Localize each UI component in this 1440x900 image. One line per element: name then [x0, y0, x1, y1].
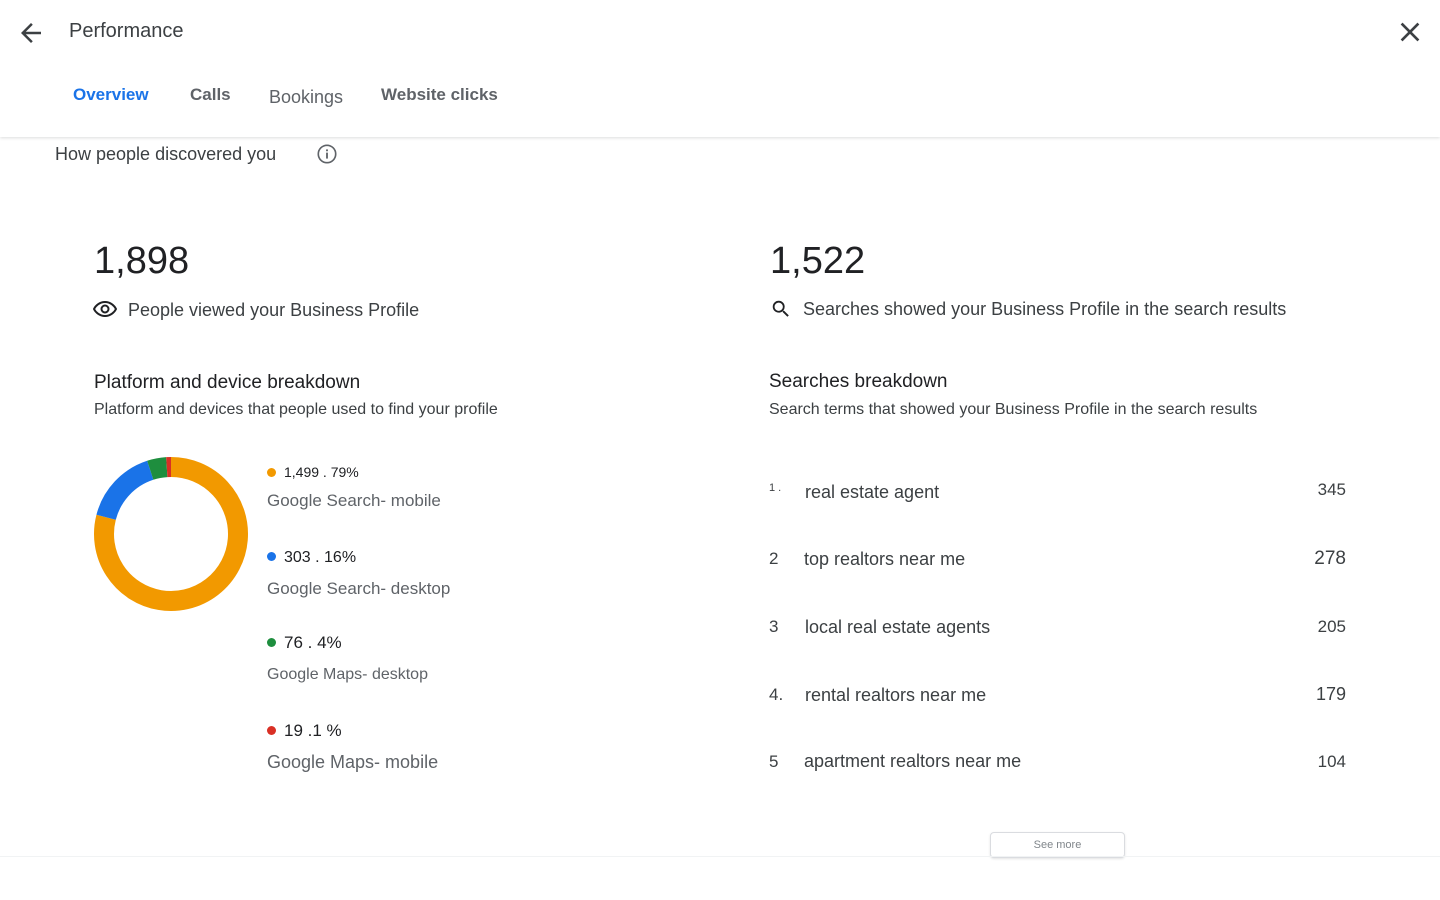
searches-label: Searches showed your Business Profile in…: [803, 299, 1287, 319]
legend-label-maps-mobile: Google Maps- mobile: [267, 752, 439, 772]
legend-label-search-desktop: Google Search- desktop: [267, 579, 451, 598]
see-more-button[interactable]: See more: [990, 832, 1125, 858]
searches-breakdown-title: Searches breakdown: [769, 371, 948, 392]
divider: [0, 856, 1440, 857]
legend-label-maps-desktop: Google Maps- desktop: [267, 666, 428, 683]
views-count: 1,898: [94, 240, 190, 282]
search-term: real estate agent: [805, 482, 940, 502]
search-count: 345: [1317, 480, 1346, 499]
green-dot-icon: [267, 638, 276, 648]
platform-description: Platform and devices that people used to…: [94, 401, 498, 418]
blue-dot-icon: [267, 552, 276, 562]
search-rank: 3: [769, 617, 779, 636]
close-icon[interactable]: [1394, 16, 1426, 48]
search-rank: 4.: [769, 685, 784, 704]
page-title: Performance: [69, 20, 184, 42]
searches-count: 1,522: [770, 240, 866, 282]
back-arrow-icon[interactable]: [16, 18, 46, 48]
search-count: 205: [1317, 617, 1346, 636]
views-label: People viewed your Business Profile: [128, 300, 420, 320]
tab-website-clicks[interactable]: Website clicks: [381, 85, 498, 105]
search-count: 104: [1317, 752, 1346, 771]
search-term: apartment realtors near me: [804, 751, 1022, 771]
legend-item-search-mobile: 1,499 . 79%: [267, 464, 359, 480]
legend-item-search-desktop: 303 . 16%: [267, 549, 356, 567]
search-rank: 1 .: [769, 482, 782, 494]
legend-item-maps-desktop: 76 . 4%: [267, 633, 342, 653]
header: Performance Overview Calls Bookings Webs…: [0, 0, 1440, 137]
platform-donut-chart: [94, 457, 248, 611]
tab-calls[interactable]: Calls: [190, 85, 231, 105]
legend-label-search-mobile: Google Search- mobile: [267, 491, 441, 510]
search-rank: 5: [769, 752, 779, 771]
donut-segment: [96, 460, 154, 521]
search-count: 179: [1315, 684, 1346, 704]
legend-item-maps-mobile: 19 .1 %: [267, 721, 342, 741]
red-dot-icon: [267, 726, 276, 736]
donut-segment: [147, 457, 168, 480]
eye-icon: [93, 300, 117, 318]
tab-overview[interactable]: Overview: [73, 85, 149, 105]
search-term: rental realtors near me: [805, 685, 987, 705]
platform-title: Platform and device breakdown: [94, 372, 361, 393]
search-term: top realtors near me: [804, 549, 966, 569]
search-term: local real estate agents: [805, 617, 991, 637]
tab-bookings[interactable]: Bookings: [269, 87, 343, 108]
search-rank: 2: [769, 549, 779, 568]
info-icon[interactable]: [316, 143, 338, 165]
section-title: How people discovered you: [55, 144, 277, 164]
search-icon: [772, 300, 789, 317]
search-count: 278: [1314, 548, 1346, 569]
orange-dot-icon: [267, 467, 276, 477]
searches-breakdown-description: Search terms that showed your Business P…: [769, 401, 1258, 418]
